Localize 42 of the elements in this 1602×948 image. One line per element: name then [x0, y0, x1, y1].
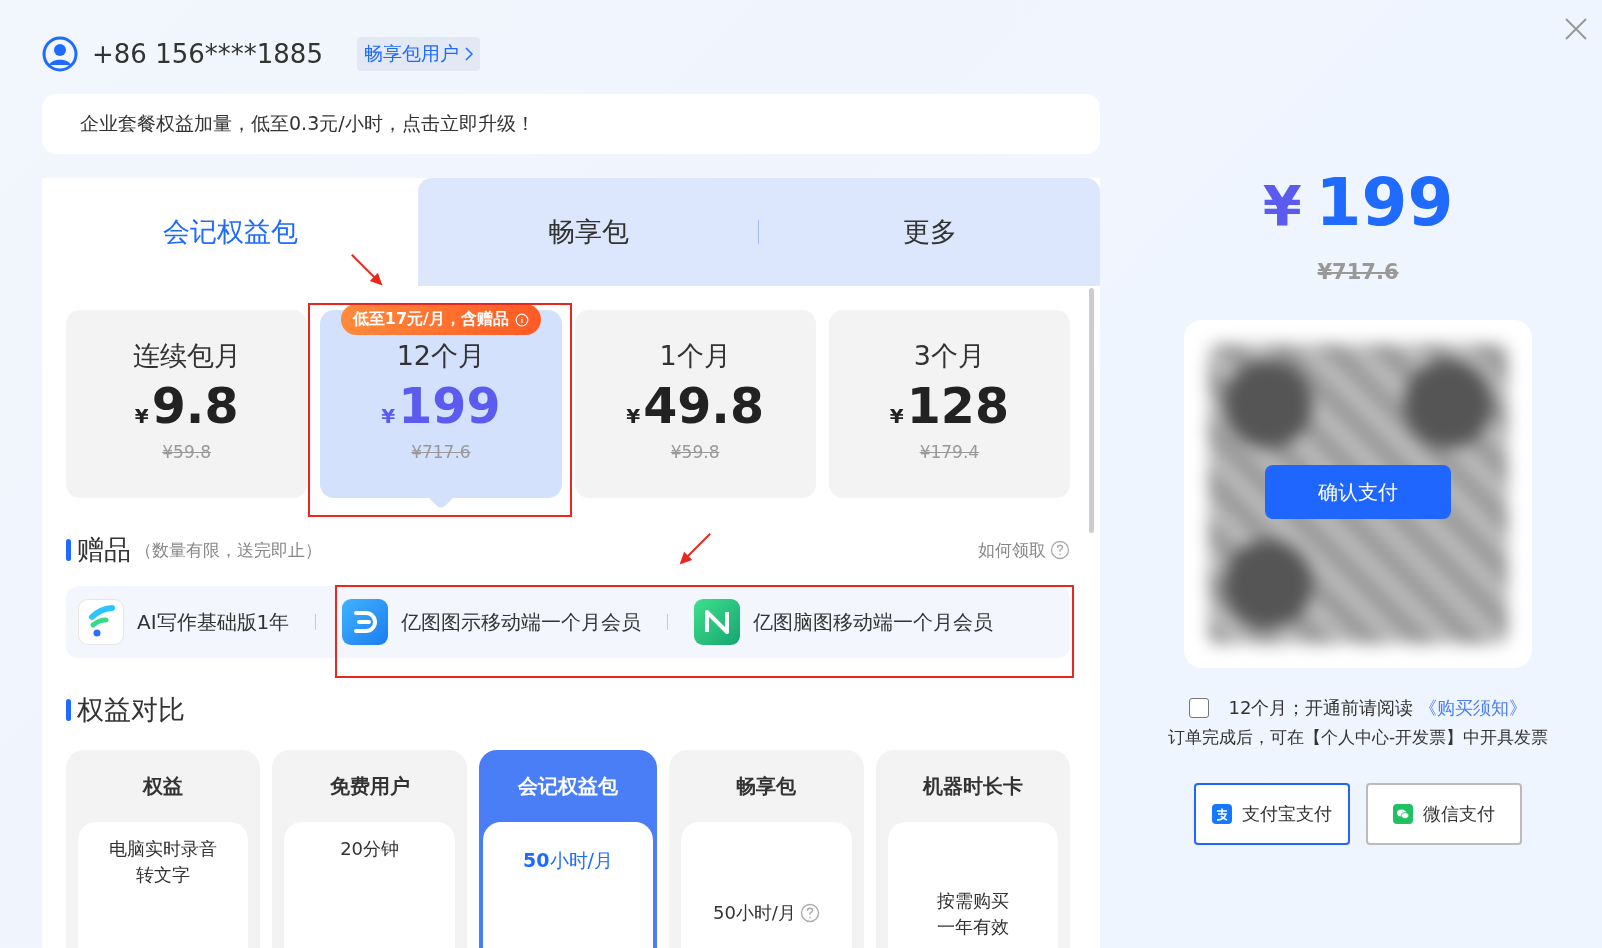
cell-text: 50小时/月 [523, 848, 613, 873]
cell-text: 按需购买 [936, 889, 1009, 913]
original-price: ¥59.8 [670, 441, 720, 462]
total-price: 199 [1315, 170, 1454, 236]
promo-text: 低至17元/月，含赠品 [352, 309, 509, 330]
currency-sign: ¥ [381, 404, 396, 428]
column-header: 机器时长卡 [922, 772, 1023, 800]
original-price: ¥179.4 [919, 441, 980, 462]
original-price: ¥717.6 [411, 441, 471, 462]
gift-name: 亿图图示移动端一个月会员 [401, 608, 642, 636]
column-header: 权益 [143, 772, 184, 800]
currency-sign: ¥ [626, 404, 641, 428]
invoice-note: 订单完成后，可在【个人中心-开发票】中开具发票 [1167, 726, 1549, 749]
plan-name: 连续包月 [132, 339, 241, 373]
column-header: 免费用户 [329, 772, 410, 800]
original-price: ¥59.8 [162, 441, 211, 462]
plan-name: 3个月 [913, 339, 985, 373]
currency-sign: ¥ [134, 404, 149, 428]
currency-sign: ¥ [1262, 178, 1302, 234]
column-header: 会记权益包 [518, 772, 618, 800]
plan-name: 12个月 [396, 339, 486, 373]
plan-price: 49.8 [643, 380, 765, 434]
cell-text: 电脑实时录音 [109, 837, 218, 861]
gift-name: AI写作基础版1年 [137, 608, 290, 636]
section-title: 权益对比 [77, 693, 185, 727]
original-price: ¥717.6 [1317, 260, 1399, 284]
gift-note: （数量有限，送完即止） [135, 538, 322, 562]
cell-text: 50小时/月 [712, 901, 796, 925]
cell-text: 20分钟 [340, 837, 400, 861]
gift-name: 亿图脑图移动端一个月会员 [753, 608, 994, 636]
section-title: 赠品 [77, 533, 131, 567]
plan-name: 1个月 [659, 339, 731, 373]
phone-number: +86 156****1885 [92, 39, 323, 69]
agreement-text: 12个月；开通前请阅读 [1228, 696, 1414, 720]
plan-price: 128 [906, 380, 1009, 434]
cell-text: 转文字 [136, 863, 191, 887]
currency-sign: ¥ [889, 404, 904, 428]
column-header: 畅享包 [736, 772, 797, 800]
cell-text: 一年有效 [936, 915, 1009, 939]
plan-price: 9.8 [151, 380, 239, 434]
banner-text: 企业套餐权益加量，低至0.3元/小时，点击立即升级！ [80, 111, 535, 136]
plan-price: 199 [398, 380, 501, 434]
